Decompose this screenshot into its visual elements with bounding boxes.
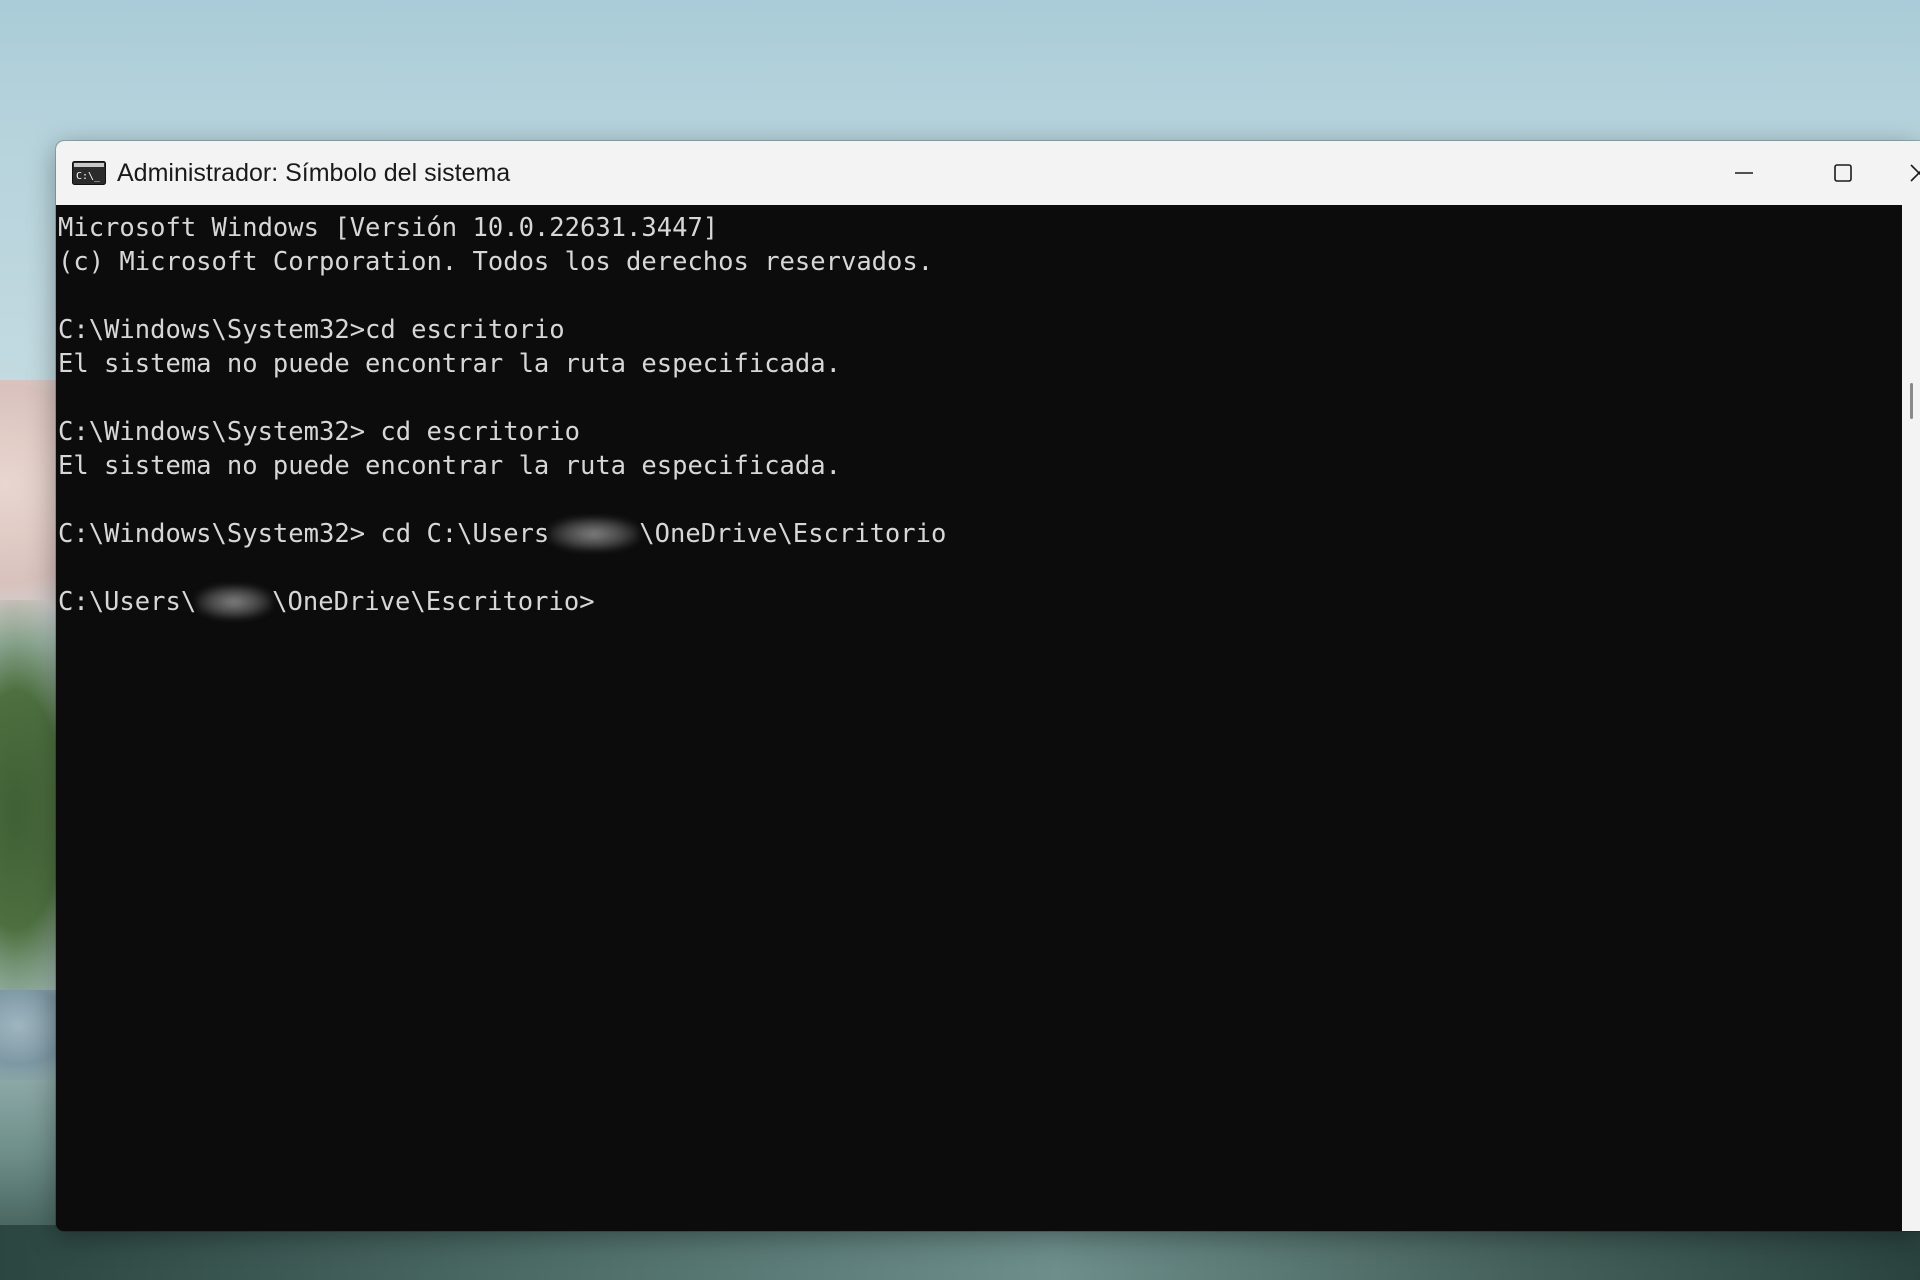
maximize-button[interactable] [1795,141,1891,205]
title-bar[interactable]: C:\_ Administrador: Símbolo del sistema [56,141,1920,205]
command-text-after: \OneDrive\Escritorio [639,519,947,549]
prompt-text-after: \OneDrive\Escritorio> [272,587,595,617]
console-line-error: El sistema no puede encontrar la ruta es… [58,349,841,379]
vertical-scrollbar[interactable] [1902,205,1920,1231]
scrollbar-thumb[interactable] [1910,383,1913,419]
console-line-command-cd-path: C:\Windows\System32> cd C:\Users \OneDriv… [58,517,946,551]
console-line-copyright: (c) Microsoft Corporation. Todos los der… [58,247,934,277]
prompt-text-before: C:\Users\ [58,587,197,617]
wallpaper-lake [0,1225,1920,1280]
command-prompt-window: C:\_ Administrador: Símbolo del sistema … [56,141,1920,1231]
console-current-prompt: C:\Users\ \OneDrive\Escritorio> [58,585,595,619]
console-output[interactable]: Microsoft Windows [Versión 10.0.22631.34… [56,205,1902,1231]
close-icon [1910,164,1920,182]
maximize-icon [1834,164,1852,182]
console-line-command: C:\Windows\System32> cd escritorio [58,417,580,447]
redacted-username [549,517,640,551]
close-button[interactable] [1894,141,1920,205]
minimize-icon [1735,172,1753,174]
command-text-before: C:\Windows\System32> cd C:\Users [58,519,550,549]
console-line-error: El sistema no puede encontrar la ruta es… [58,451,841,481]
redacted-username [196,585,273,619]
window-title: Administrador: Símbolo del sistema [117,158,511,187]
console-line-command: C:\Windows\System32>cd escritorio [58,315,565,345]
command-prompt-icon: C:\_ [72,161,106,185]
minimize-button[interactable] [1696,141,1792,205]
console-line-version: Microsoft Windows [Versión 10.0.22631.34… [58,213,719,243]
svg-text:C:\_: C:\_ [76,171,101,182]
